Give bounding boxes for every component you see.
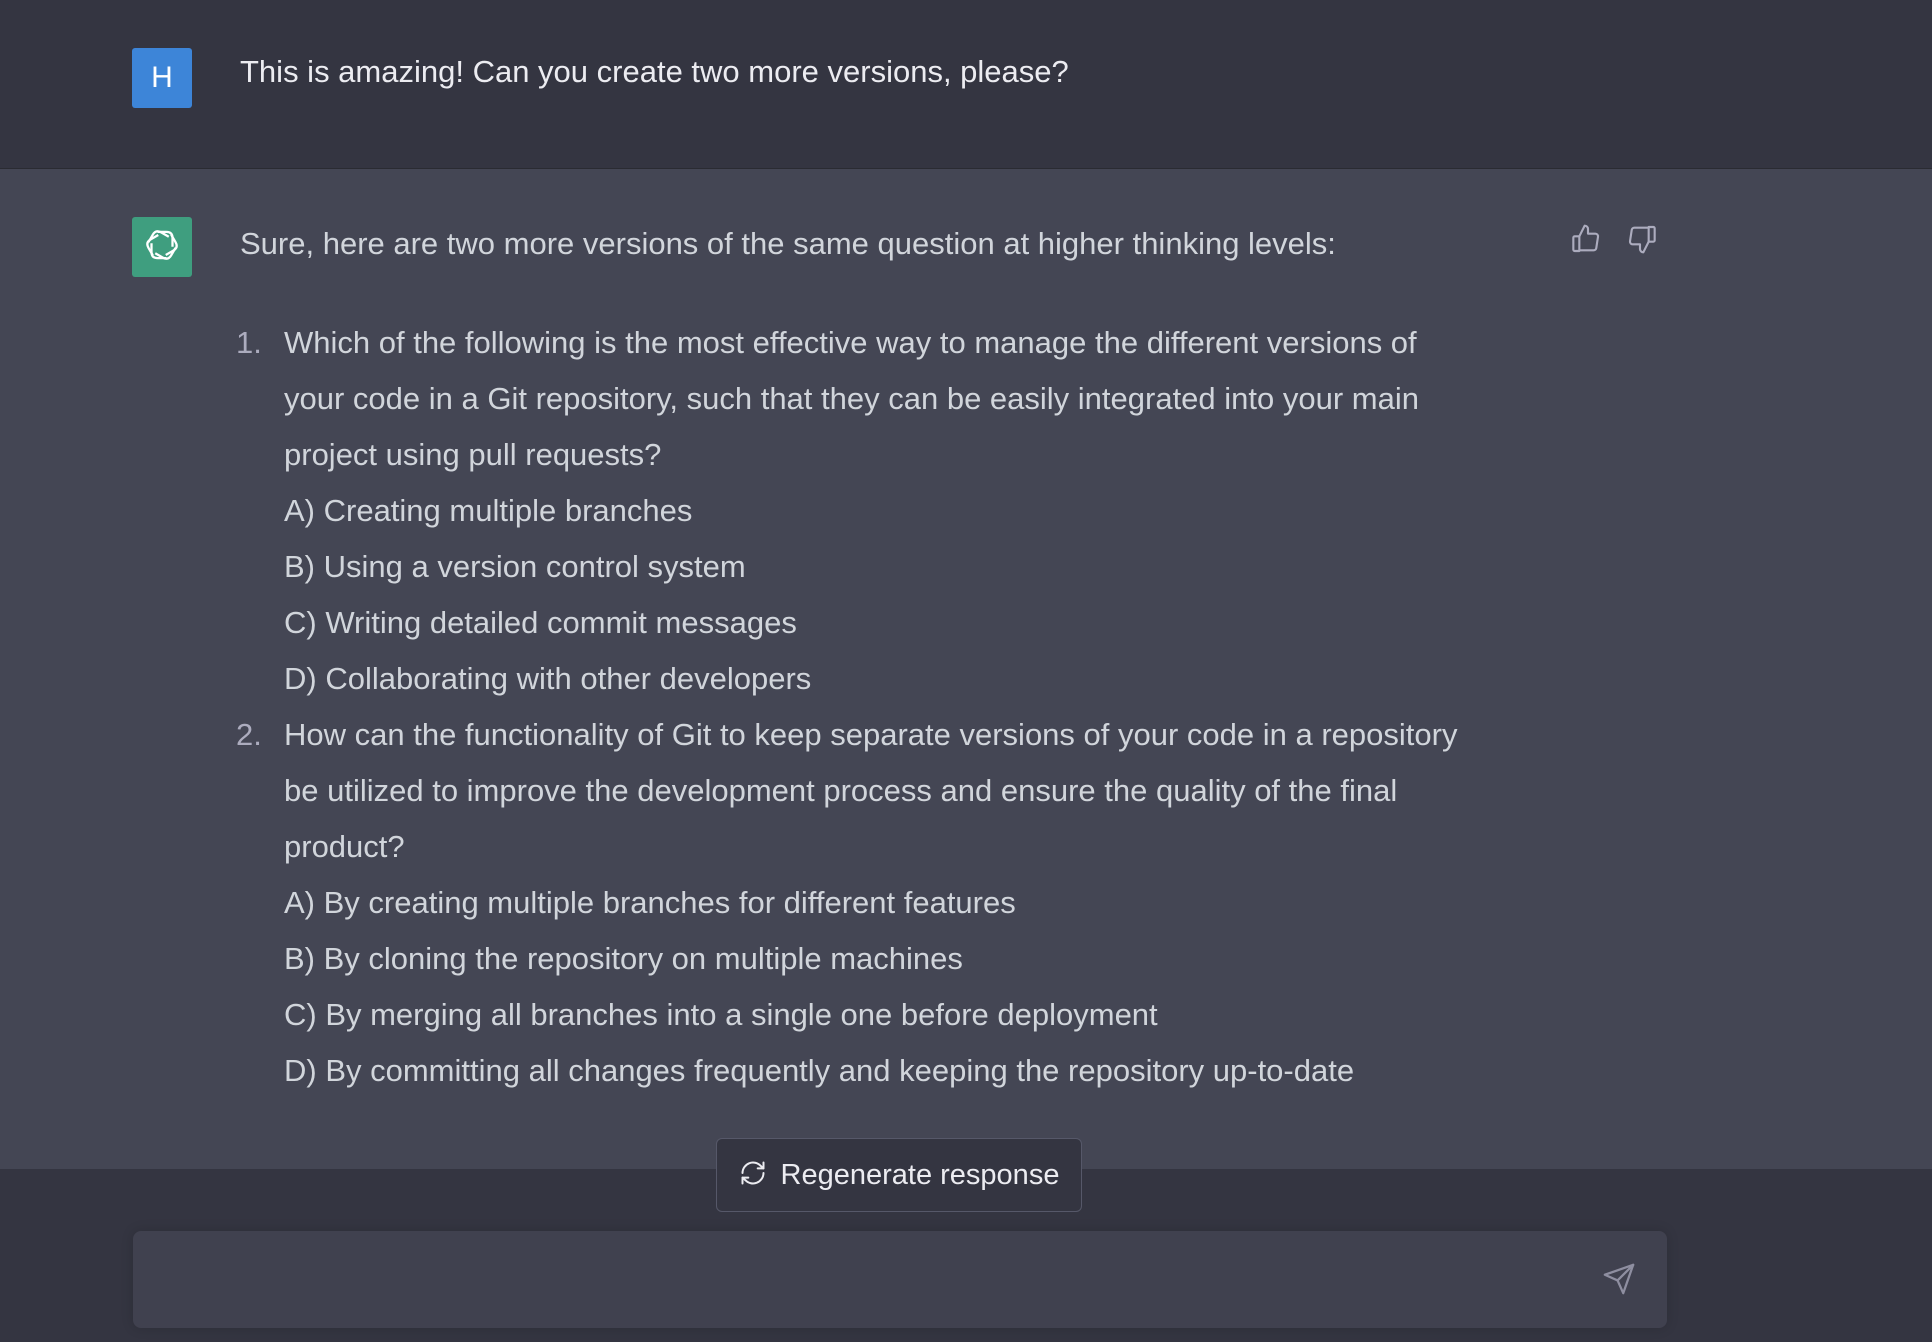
answer-option: D) Collaborating with other developers xyxy=(284,661,812,696)
question-line: How can the functionality of Git to keep… xyxy=(284,717,1458,752)
assistant-message-row: Sure, here are two more versions of the … xyxy=(0,169,1932,1169)
regenerate-response-button[interactable]: Regenerate response xyxy=(716,1138,1082,1212)
question-line: your code in a Git repository, such that… xyxy=(284,381,1419,416)
answer-option: B) Using a version control system xyxy=(284,549,746,584)
send-button[interactable] xyxy=(1597,1259,1641,1303)
message-input[interactable] xyxy=(157,1261,1581,1305)
assistant-intro-text: Sure, here are two more versions of the … xyxy=(240,226,1336,261)
thumbs-up-icon xyxy=(1570,223,1602,260)
question-number: 1. xyxy=(236,325,262,360)
question-line: product? xyxy=(284,829,405,864)
question-item-1: 1. Which of the following is the most ef… xyxy=(236,315,1576,707)
user-avatar-letter: H xyxy=(151,61,173,94)
user-message-text: This is amazing! Can you create two more… xyxy=(240,54,1069,89)
answer-option: C) By merging all branches into a single… xyxy=(284,997,1158,1032)
answer-option: A) By creating multiple branches for dif… xyxy=(284,885,1016,920)
question-line: project using pull requests? xyxy=(284,437,662,472)
thumbs-up-button[interactable] xyxy=(1568,223,1604,259)
answer-option: A) Creating multiple branches xyxy=(284,493,693,528)
openai-logo-icon xyxy=(141,224,183,271)
user-message-row: H This is amazing! Can you create two mo… xyxy=(0,0,1932,169)
thumbs-down-icon xyxy=(1626,223,1658,260)
refresh-icon xyxy=(739,1159,767,1192)
send-icon xyxy=(1602,1262,1636,1301)
answer-option: C) Writing detailed commit messages xyxy=(284,605,797,640)
question-text: How can the functionality of Git to keep… xyxy=(284,707,1576,875)
question-number: 2. xyxy=(236,717,262,752)
regenerate-label: Regenerate response xyxy=(780,1158,1060,1191)
user-avatar: H xyxy=(132,48,192,108)
answer-option: B) By cloning the repository on multiple… xyxy=(284,941,963,976)
assistant-avatar xyxy=(132,217,192,277)
question-item-2: 2. How can the functionality of Git to k… xyxy=(236,707,1576,1099)
thumbs-down-button[interactable] xyxy=(1624,223,1660,259)
question-text: Which of the following is the most effec… xyxy=(284,315,1576,483)
answer-option: D) By committing all changes frequently … xyxy=(284,1053,1355,1088)
question-line: Which of the following is the most effec… xyxy=(284,325,1417,360)
question-line: be utilized to improve the development p… xyxy=(284,773,1398,808)
message-input-box xyxy=(133,1231,1667,1328)
question-list: 1. Which of the following is the most ef… xyxy=(236,315,1576,1099)
